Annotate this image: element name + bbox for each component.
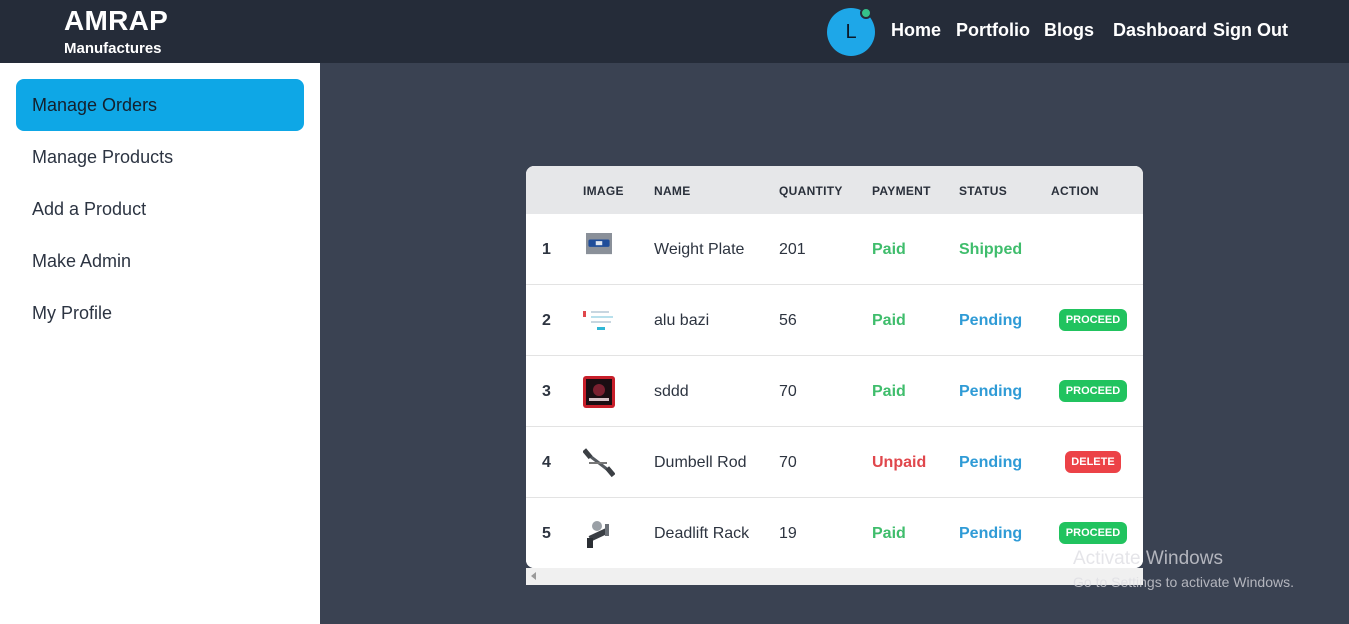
sidebar-item-make-admin[interactable]: Make Admin bbox=[16, 235, 304, 287]
sidebar-item-label: My Profile bbox=[32, 302, 113, 323]
product-image bbox=[583, 518, 615, 550]
nav-dashboard-link[interactable]: Dashboard bbox=[1113, 20, 1207, 41]
sidebar-item-my-profile[interactable]: My Profile bbox=[16, 287, 304, 339]
scroll-left-arrow-icon[interactable] bbox=[531, 572, 536, 580]
row-index: 1 bbox=[542, 241, 551, 258]
payment-status: Unpaid bbox=[872, 454, 927, 471]
sidebar-item-manage-products[interactable]: Manage Products bbox=[16, 131, 304, 183]
product-name: alu bazi bbox=[654, 312, 710, 329]
table-header: IMAGE NAME QUANTITY PAYMENT STATUS ACTIO… bbox=[526, 166, 1143, 214]
order-status: Pending bbox=[959, 383, 1023, 400]
quantity-value: 56 bbox=[779, 312, 797, 329]
payment-status: Paid bbox=[872, 312, 906, 329]
column-header-quantity: QUANTITY bbox=[779, 184, 843, 198]
quantity-value: 201 bbox=[779, 241, 806, 258]
sidebar-item-label: Add a Product bbox=[32, 198, 147, 219]
product-image bbox=[583, 376, 615, 408]
product-image bbox=[583, 447, 615, 479]
sidebar: Manage Orders Manage Products Add a Prod… bbox=[0, 63, 320, 624]
column-header-image: IMAGE bbox=[583, 184, 624, 198]
brand-title: AMRAP bbox=[64, 5, 169, 36]
column-header-payment: PAYMENT bbox=[872, 184, 931, 198]
row-index: 4 bbox=[542, 454, 551, 471]
table-row: 2 alu bazi 56 Paid Pending PROCEED bbox=[526, 285, 1143, 356]
product-image bbox=[583, 305, 615, 337]
proceed-button[interactable]: PROCEED bbox=[1059, 309, 1127, 331]
nav-portfolio-link[interactable]: Portfolio bbox=[956, 20, 1030, 41]
activate-windows-watermark: Activate Windows Go to Settings to activ… bbox=[1073, 548, 1294, 590]
row-index: 5 bbox=[542, 525, 551, 542]
product-name: Weight Plate bbox=[654, 241, 745, 258]
quantity-value: 70 bbox=[779, 383, 797, 400]
table-row: 5 Deadlift Rack 19 Paid Pending PROCEED bbox=[526, 498, 1143, 568]
column-header-status: STATUS bbox=[959, 184, 1008, 198]
avatar-letter: L bbox=[845, 20, 857, 43]
nav-blogs-link[interactable]: Blogs bbox=[1044, 20, 1094, 41]
payment-status: Paid bbox=[872, 383, 906, 400]
delete-button[interactable]: DELETE bbox=[1065, 451, 1121, 473]
orders-table: IMAGE NAME QUANTITY PAYMENT STATUS ACTIO… bbox=[526, 166, 1143, 568]
watermark-title: Activate Windows bbox=[1073, 548, 1223, 569]
order-status: Pending bbox=[959, 454, 1023, 471]
product-name: Dumbell Rod bbox=[654, 454, 747, 471]
nav-home-link[interactable]: Home bbox=[891, 20, 941, 41]
order-status: Pending bbox=[959, 312, 1023, 329]
sidebar-item-manage-orders[interactable]: Manage Orders bbox=[16, 79, 304, 131]
product-name: Deadlift Rack bbox=[654, 525, 750, 542]
table-row: 3 sddd 70 Paid Pending PROCEED bbox=[526, 356, 1143, 427]
row-index: 2 bbox=[542, 312, 551, 329]
column-header-name: NAME bbox=[654, 184, 691, 198]
product-name: sddd bbox=[654, 383, 689, 400]
payment-status: Paid bbox=[872, 525, 906, 542]
product-image bbox=[586, 233, 612, 255]
sidebar-item-label: Manage Products bbox=[32, 146, 174, 167]
order-status: Shipped bbox=[959, 241, 1023, 258]
row-index: 3 bbox=[542, 383, 551, 400]
sidebar-item-label: Manage Orders bbox=[32, 94, 158, 115]
quantity-value: 19 bbox=[779, 525, 797, 542]
proceed-button[interactable]: PROCEED bbox=[1059, 380, 1127, 402]
sidebar-item-label: Make Admin bbox=[32, 250, 132, 271]
watermark-subtitle: Go to Settings to activate Windows. bbox=[1073, 574, 1294, 590]
column-header-action: ACTION bbox=[1051, 184, 1099, 198]
top-navbar: AMRAP Manufactures L Home Portfolio Blog… bbox=[0, 0, 1349, 63]
horizontal-scrollbar[interactable] bbox=[526, 568, 1143, 585]
nav-sign-out-link[interactable]: Sign Out bbox=[1213, 20, 1288, 41]
table-row: 1 Weight Plate 201 Paid Shipped bbox=[526, 214, 1143, 285]
quantity-value: 70 bbox=[779, 454, 797, 471]
brand-logo[interactable]: AMRAP Manufactures bbox=[64, 5, 169, 58]
sidebar-item-add-product[interactable]: Add a Product bbox=[16, 183, 304, 235]
order-status: Pending bbox=[959, 525, 1023, 542]
online-status-dot bbox=[860, 7, 872, 19]
brand-subtitle: Manufactures bbox=[64, 40, 162, 57]
payment-status: Paid bbox=[872, 241, 906, 258]
proceed-button[interactable]: PROCEED bbox=[1059, 522, 1127, 544]
table-row: 4 Dumbell Rod 70 Unpaid Pending DELETE bbox=[526, 427, 1143, 498]
